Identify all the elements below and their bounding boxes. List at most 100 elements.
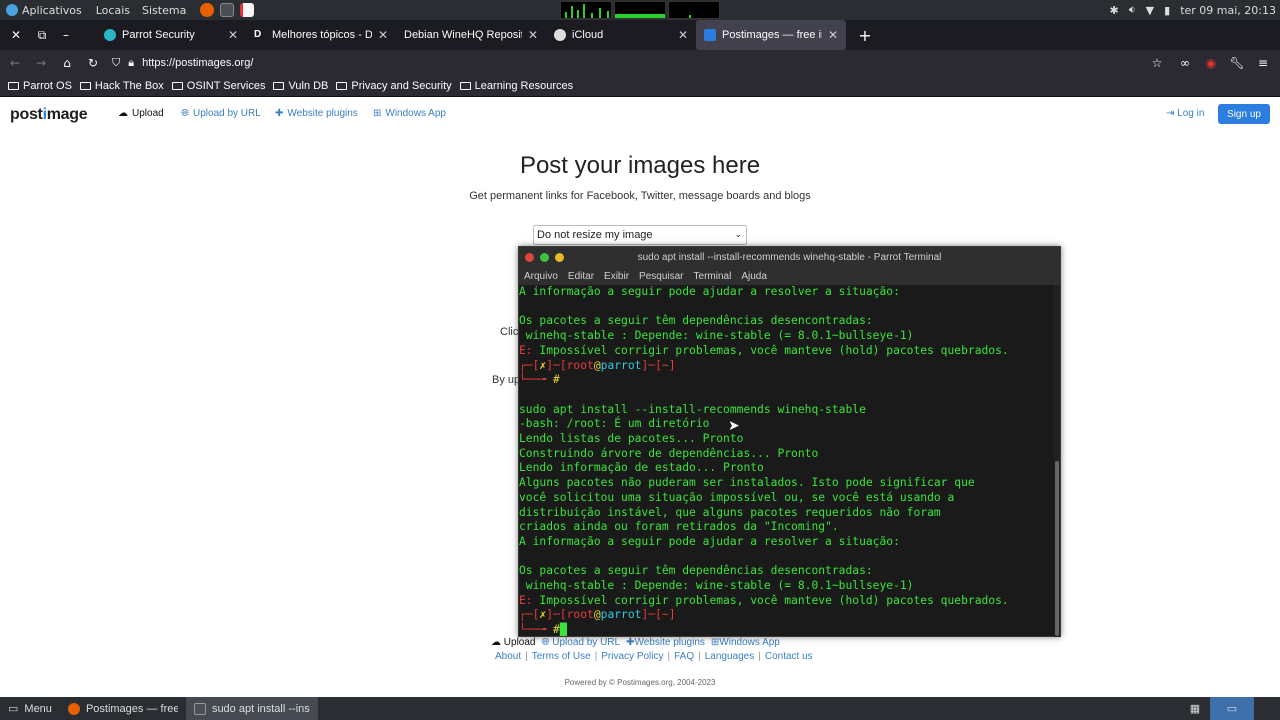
resize-select[interactable]: Do not resize my image ⌄ (533, 225, 747, 245)
clock[interactable]: ter 09 mai, 20:13 (1180, 4, 1276, 17)
footer-link-about[interactable]: About (495, 651, 521, 662)
menu-icon: ▭ (8, 703, 19, 715)
tab-diolinux[interactable]: D Melhores tópicos - Diolinux ✕ (246, 20, 396, 50)
terminal-line: Construindo árvore de dependências... Pr… (519, 446, 819, 460)
terminal-titlebar[interactable]: sudo apt install --install-recommends wi… (519, 247, 1060, 267)
login-link[interactable]: ⇥ Log in (1166, 108, 1204, 119)
terminal-line: winehq-stable : Depende: wine-stable (= … (519, 329, 914, 343)
terminal-line: A informação a seguir pode ajudar a reso… (519, 285, 900, 298)
footer-link-languages[interactable]: Languages (705, 651, 755, 662)
footer-link-terms[interactable]: Terms of Use (532, 651, 591, 662)
bookmark-learning-resources[interactable]: Learning Resources (459, 80, 573, 92)
wifi-icon[interactable]: ▼ (1146, 4, 1154, 17)
nav-windows-app[interactable]: ⊞ Windows App (373, 108, 446, 119)
tab-close-icon[interactable]: ✕ (528, 28, 538, 42)
tab-icloud[interactable]: iCloud ✕ (546, 20, 696, 50)
footer-upload[interactable]: ☁ Upload (491, 637, 535, 648)
maximize-icon[interactable] (540, 253, 549, 262)
footer-website-plugins[interactable]: ✚Website plugins (626, 637, 705, 648)
footer-link-faq[interactable]: FAQ (674, 651, 694, 662)
bookmark-privacy-security[interactable]: Privacy and Security (336, 80, 452, 92)
restore-window-icon[interactable]: ⧉ (32, 24, 52, 46)
tab-close-icon[interactable]: ✕ (378, 28, 388, 42)
taskbar-item-firefox[interactable]: Postimages — free im... (60, 697, 186, 720)
tab-close-icon[interactable]: ✕ (678, 28, 688, 42)
close-icon[interactable] (525, 253, 534, 262)
tab-parrot-security[interactable]: Parrot Security ✕ (96, 20, 246, 50)
signup-button[interactable]: Sign up (1218, 104, 1270, 124)
terminal-output[interactable]: A informação a seguir pode ajudar a reso… (519, 285, 1053, 637)
back-icon[interactable]: ← (4, 52, 26, 74)
terminal-launcher-icon[interactable] (220, 3, 235, 17)
terminal-menu-exibir[interactable]: Exibir (604, 271, 629, 282)
nav-upload-by-url[interactable]: 🌐︎ Upload by URL (181, 108, 261, 119)
volume-icon[interactable]: 🔉︎ (1129, 3, 1136, 17)
nav-website-plugins[interactable]: ✚ Website plugins (275, 108, 358, 119)
forward-icon[interactable]: → (30, 52, 52, 74)
close-window-icon[interactable]: ✕ (4, 24, 28, 46)
folder-icon (273, 82, 285, 90)
home-icon[interactable]: ⌂ (56, 52, 78, 74)
terminal-line: Lendo listas de pacotes... Pronto (519, 432, 744, 446)
footer-plugins-label: Website plugins (634, 637, 705, 648)
qr-icon[interactable]: ▦ (1184, 702, 1206, 715)
lock-icon[interactable]: 🔒︎ (128, 57, 134, 70)
terminal-menu-editar[interactable]: Editar (568, 271, 594, 282)
folder-icon (171, 82, 183, 90)
folder-icon (336, 82, 348, 90)
minimize-icon[interactable] (555, 253, 564, 262)
prompt-dir: ~ (661, 608, 669, 622)
postimage-logo[interactable]: postimage (10, 106, 88, 124)
bookmark-label: Parrot OS (23, 80, 72, 92)
footer-upload-by-url[interactable]: 🌐︎ Upload by URL (541, 637, 620, 648)
terminal-line: winehq-stable : Depende: wine-stable (= … (519, 579, 914, 593)
new-tab-icon[interactable]: + (854, 24, 876, 46)
folder-icon (459, 82, 471, 90)
shield-icon[interactable]: ⛉ (112, 57, 120, 70)
terminal-menu-ajuda[interactable]: Ajuda (741, 271, 767, 282)
nav-upload-url-label: Upload by URL (193, 108, 261, 119)
terminal-scrollbar-thumb[interactable] (1055, 461, 1059, 636)
terminal-menu-terminal[interactable]: Terminal (694, 271, 732, 282)
extension-icon[interactable]: ◉ (1200, 52, 1222, 74)
start-menu-button[interactable]: ▭ Menu (0, 697, 60, 720)
incognito-icon[interactable]: ∞ (1174, 52, 1196, 74)
prompt-dir: ~ (661, 358, 669, 372)
battery-icon[interactable]: ▮ (1164, 4, 1170, 17)
prompt-host: parrot (600, 358, 642, 372)
taskbar-item-terminal[interactable]: sudo apt install --instal... (185, 697, 318, 720)
text-editor-launcher-icon[interactable] (240, 3, 255, 17)
bookmark-parrot-os[interactable]: Parrot OS (8, 80, 72, 92)
places-menu[interactable]: Locais (96, 4, 130, 17)
bookmark-vuln-db[interactable]: Vuln DB (273, 80, 328, 92)
firefox-launcher-icon[interactable] (200, 3, 215, 17)
terminal-menu-pesquisar[interactable]: Pesquisar (639, 271, 683, 282)
bookmark-star-icon[interactable]: ☆ (1146, 52, 1168, 74)
terminal-line: Impossível corrigir problemas, você mant… (532, 593, 1009, 607)
footer-link-privacy[interactable]: Privacy Policy (601, 651, 663, 662)
terminal-line: distribuição instável, que alguns pacote… (519, 505, 941, 519)
applications-menu[interactable]: Aplicativos (6, 4, 82, 17)
workspace-switcher[interactable]: ▭ (1210, 697, 1254, 720)
tab-close-icon[interactable]: ✕ (228, 28, 238, 42)
system-menu[interactable]: Sistema (142, 4, 186, 17)
powered-by: Powered by © Postimages.org, 2004-2023 (564, 678, 716, 687)
minimize-window-icon[interactable]: – (56, 24, 76, 46)
terminal-window[interactable]: sudo apt install --install-recommends wi… (518, 246, 1061, 637)
footer-windows-app[interactable]: ⊞Windows App (711, 637, 780, 648)
tab-winehq[interactable]: Debian WineHQ Repository ✕ (396, 20, 546, 50)
wrench-icon[interactable]: 🔧︎ (1226, 52, 1248, 74)
bookmark-hack-the-box[interactable]: Hack The Box (79, 80, 164, 92)
reload-icon[interactable]: ↻ (82, 52, 104, 74)
menu-hamburger-icon[interactable]: ≡ (1252, 52, 1274, 74)
bluetooth-icon[interactable]: ✱ (1110, 4, 1119, 17)
terminal-title: sudo apt install --install-recommends wi… (637, 251, 942, 263)
tab-close-icon[interactable]: ✕ (828, 28, 838, 42)
terminal-menu-arquivo[interactable]: Arquivo (524, 271, 558, 282)
url-bar[interactable]: ⛉ 🔒︎ https://postimages.org/ (112, 52, 1142, 74)
tab-postimages[interactable]: Postimages — free image ✕ (696, 20, 846, 50)
nav-upload[interactable]: ☁ Upload (118, 108, 164, 119)
apple-favicon-icon (554, 29, 566, 41)
bookmark-osint-services[interactable]: OSINT Services (171, 80, 265, 92)
footer-link-contact[interactable]: Contact us (765, 651, 813, 662)
